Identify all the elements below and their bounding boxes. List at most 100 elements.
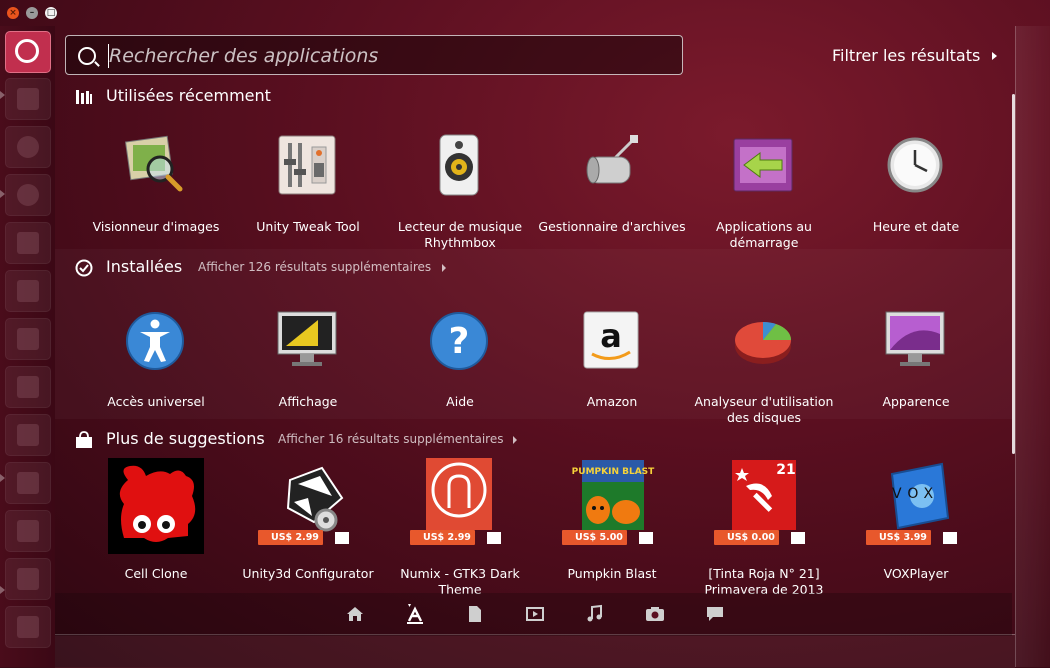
recent-apps-icon xyxy=(76,90,92,104)
launcher-ubuntu-one-button[interactable] xyxy=(5,462,51,504)
ubuntu-logo-icon xyxy=(15,39,39,63)
app-tile[interactable]: Cell Clone xyxy=(80,458,232,598)
minimize-window-button[interactable]: – xyxy=(26,7,38,19)
app-label: Applications au démarrage xyxy=(716,219,812,250)
dash-home-button[interactable] xyxy=(5,31,51,73)
section-title: Plus de suggestions xyxy=(106,429,265,448)
files-lens-icon[interactable] xyxy=(464,603,486,625)
app-label: Lecteur de musique Rhythmbox xyxy=(397,219,523,250)
section-recent: Utilisées récemment Visionneur d'images … xyxy=(55,84,1012,250)
display-icon xyxy=(277,311,337,366)
launcher-software-center-button[interactable] xyxy=(5,414,51,456)
app-tile[interactable]: 21 US$ 0.00 [Tinta Roja N° 21] Primavera… xyxy=(688,458,840,598)
photo-lens-icon[interactable] xyxy=(644,603,666,625)
svg-text:?: ? xyxy=(449,321,470,362)
home-lens-icon[interactable] xyxy=(344,603,366,625)
document-icon xyxy=(17,376,39,398)
app-label: Amazon xyxy=(586,394,638,409)
clock-icon xyxy=(887,137,943,193)
app-tile[interactable]: PUMPKIN BLAST US$ 5.00 Pumpkin Blast xyxy=(536,458,688,598)
calc-icon xyxy=(17,280,39,302)
app-tile[interactable]: VOX US$ 3.99 VOXPlayer xyxy=(840,458,992,598)
svg-text:21: 21 xyxy=(776,462,795,478)
app-tile[interactable]: Lecteur de musique Rhythmbox xyxy=(384,129,536,269)
section-title: Installées xyxy=(106,257,183,276)
app-label: Apparence xyxy=(882,394,950,409)
app-tile[interactable]: US$ 2.99 Numix - GTK3 Dark Theme xyxy=(384,458,536,598)
dash-bottom-border xyxy=(55,634,1015,668)
software-center-icon xyxy=(17,424,39,446)
checkmark-icon xyxy=(75,259,93,277)
help-icon: ? xyxy=(430,312,488,370)
music-lens-icon[interactable] xyxy=(584,603,606,625)
launcher-code-editor-button[interactable] xyxy=(5,510,51,552)
app-label: Visionneur d'images xyxy=(92,219,220,234)
archive-manager-icon xyxy=(586,135,638,184)
writer-icon xyxy=(17,232,39,254)
chevron-right-icon xyxy=(513,436,517,444)
app-label: Pumpkin Blast xyxy=(567,566,657,581)
search-icon xyxy=(78,47,96,65)
launcher-writer-button[interactable] xyxy=(5,222,51,264)
launcher-chromium-button[interactable] xyxy=(5,174,51,216)
appearance-icon xyxy=(885,311,945,366)
app-tile[interactable]: Applications au démarrage xyxy=(688,129,840,269)
price-bars-icon xyxy=(487,532,501,544)
launcher-files-button[interactable] xyxy=(5,78,51,120)
app-tile[interactable]: Gestionnaire d'archives xyxy=(536,129,688,269)
search-box[interactable] xyxy=(65,35,683,76)
search-input[interactable] xyxy=(107,36,671,76)
accessibility-icon xyxy=(126,312,184,370)
show-more-link[interactable]: Afficher 16 résultats supplémentaires xyxy=(278,432,504,446)
close-window-button[interactable]: × xyxy=(7,7,19,19)
launcher-calc-button[interactable] xyxy=(5,270,51,312)
price-bars-icon xyxy=(791,532,805,544)
app-tile[interactable]: Heure et date xyxy=(840,129,992,269)
app-tile[interactable]: US$ 2.99 Unity3d Configurator xyxy=(232,458,384,598)
price-badge: US$ 2.99 xyxy=(410,530,475,545)
code-editor-icon xyxy=(17,520,39,542)
shopping-bag-icon xyxy=(76,431,92,448)
maximize-window-button[interactable]: □ xyxy=(45,7,57,19)
svg-text:PUMPKIN BLAST: PUMPKIN BLAST xyxy=(572,467,655,477)
app-label: Gestionnaire d'archives xyxy=(538,219,686,234)
app-tile[interactable]: Visionneur d'images xyxy=(80,129,232,269)
launcher-settings-button[interactable] xyxy=(5,558,51,600)
price-bars-icon xyxy=(639,532,653,544)
price-badge: US$ 0.00 xyxy=(714,530,779,545)
startup-apps-icon xyxy=(733,138,793,192)
app-label: Cell Clone xyxy=(124,566,188,581)
cell-clone-icon xyxy=(108,458,204,554)
show-more-link[interactable]: Afficher 126 résultats supplémentaires xyxy=(198,260,431,274)
amazon-icon: a xyxy=(583,311,639,369)
launcher-terminal-button[interactable] xyxy=(5,606,51,648)
files-icon xyxy=(17,88,39,110)
app-label: VOXPlayer xyxy=(883,566,949,581)
app-tile[interactable]: Unity Tweak Tool xyxy=(232,129,384,269)
lens-bar xyxy=(55,593,1012,636)
tweak-tool-icon xyxy=(278,135,336,195)
launcher-impress-button[interactable] xyxy=(5,318,51,360)
social-lens-icon[interactable] xyxy=(704,603,726,625)
settings-icon xyxy=(17,568,39,590)
launcher-document-button[interactable] xyxy=(5,366,51,408)
section-installed: Installées Afficher 126 résultats supplé… xyxy=(55,249,1012,425)
chevron-right-icon xyxy=(992,52,997,60)
launcher-firefox-button[interactable] xyxy=(5,126,51,168)
chevron-right-icon xyxy=(442,264,446,272)
app-label: Aide xyxy=(446,394,474,409)
dash: Filtrer les résultats Utilisées récemmen… xyxy=(55,26,1015,636)
price-badge: US$ 5.00 xyxy=(562,530,627,545)
applications-lens-icon[interactable] xyxy=(404,603,426,625)
image-viewer-icon xyxy=(124,135,183,192)
app-label: Unity3d Configurator xyxy=(242,566,374,581)
video-lens-icon[interactable] xyxy=(524,603,546,625)
section-title: Utilisées récemment xyxy=(106,86,271,105)
svg-text:a: a xyxy=(600,317,622,355)
section-suggestions: Plus de suggestions Afficher 16 résultat… xyxy=(55,421,1012,597)
price-bars-icon xyxy=(335,532,349,544)
filter-results-button[interactable]: Filtrer les résultats xyxy=(832,46,980,65)
app-label: Affichage xyxy=(278,394,338,409)
app-label: Heure et date xyxy=(872,219,960,234)
app-label: Accès universel xyxy=(107,394,205,409)
